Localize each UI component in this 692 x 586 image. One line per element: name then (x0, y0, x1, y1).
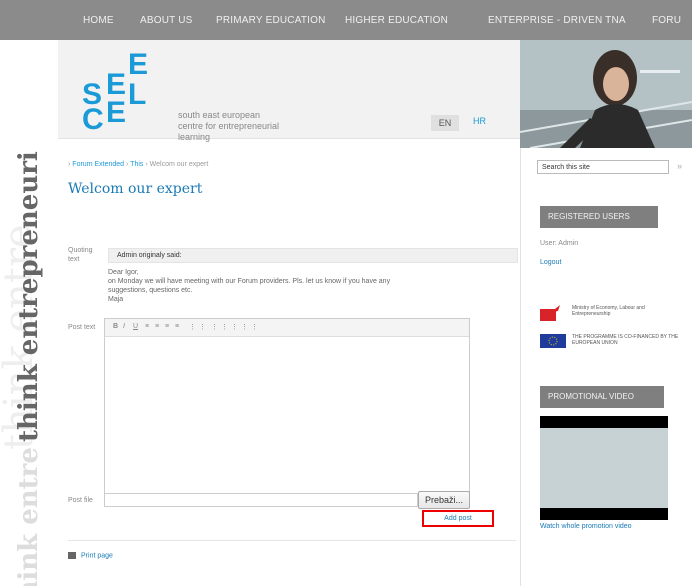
eu-flag-icon (540, 334, 566, 348)
post-file-label: Post file (68, 497, 93, 504)
align-center-icon[interactable]: ≡ (155, 323, 159, 330)
breadcrumb: › Forum Extended › This › Welcom our exp… (68, 161, 209, 168)
logo-letter-c: C (82, 103, 104, 136)
search-input[interactable]: Search this site (537, 160, 669, 174)
quote-icon[interactable]: ⋮ (231, 323, 238, 331)
nav-forum[interactable]: FORU (652, 15, 681, 26)
quote-header: Admin originaly said: (108, 248, 518, 263)
top-navigation: HOME ABOUT US PRIMARY EDUCATION HIGHER E… (0, 0, 692, 40)
breadcrumb-current: Welcom our expert (149, 161, 209, 168)
printer-icon (68, 552, 76, 559)
nav-primary-education[interactable]: PRIMARY EDUCATION (216, 15, 326, 26)
language-hr-link[interactable]: HR (473, 116, 486, 126)
editor-toolbar: B I U ≡ ≡ ≡ ≡ ⋮ ⋮ ⋮ ⋮ ⋮ ⋮ ⋮ (105, 319, 469, 337)
align-right-icon[interactable]: ≡ (165, 323, 169, 330)
vertical-slogan-light: think entre (14, 447, 44, 586)
outdent-icon[interactable]: ⋮ (211, 323, 218, 331)
bullet-list-icon[interactable]: ⋮ (189, 323, 196, 331)
header-photo (520, 40, 692, 148)
number-list-icon[interactable]: ⋮ (199, 323, 206, 331)
site-header: S E E C E L south east european centre f… (58, 40, 520, 142)
language-en-button[interactable]: EN (431, 115, 459, 131)
promotional-video-player[interactable] (540, 416, 668, 520)
seecel-logo[interactable]: S E E C E L (70, 50, 180, 138)
content-divider (68, 540, 516, 541)
align-left-icon[interactable]: ≡ (145, 323, 149, 330)
search-submit-icon[interactable]: » (677, 161, 682, 171)
post-text-label: Post text (68, 324, 96, 331)
user-name-text: User: Admin (540, 240, 579, 247)
underline-button[interactable]: U (133, 323, 138, 330)
logo-letter-e3: E (106, 96, 127, 129)
indent-icon[interactable]: ⋮ (221, 323, 228, 331)
image-icon[interactable]: ⋮ (251, 323, 258, 331)
post-file-input[interactable] (104, 493, 418, 507)
quoting-text-label: Quoting text (68, 247, 93, 263)
align-justify-icon[interactable]: ≡ (175, 323, 179, 330)
nav-higher-education[interactable]: HIGHER EDUCATION (345, 15, 448, 26)
vertical-slogan-dark: think entrepreneurial (14, 150, 44, 442)
promotional-video-heading: PROMOTIONAL VIDEO (540, 386, 664, 408)
breadcrumb-this[interactable]: This (130, 161, 143, 168)
logo-letter-l: L (128, 78, 147, 111)
ministry-logo-icon (540, 305, 560, 321)
logout-link[interactable]: Logout (540, 259, 561, 266)
vertical-slogan: think entre think entrepreneurial (14, 150, 44, 586)
page-title: Welcom our expert (68, 181, 203, 197)
quote-body: Dear Igor, on Monday we will have meetin… (108, 269, 391, 303)
sponsor-eu-text: THE PROGRAMME IS CO-FINANCED BY THE EURO… (572, 334, 679, 346)
italic-button[interactable]: I (123, 323, 125, 330)
link-icon[interactable]: ⋮ (241, 323, 248, 331)
nav-about-us[interactable]: ABOUT US (140, 15, 193, 26)
vertical-branding: think entre think entre think entreprene… (0, 150, 58, 586)
add-post-button[interactable]: Add post (422, 510, 494, 527)
nav-enterprise-driven-tna[interactable]: ENTERPRISE - DRIVEN TNA (488, 15, 626, 26)
organization-name: south east european centre for entrepren… (178, 110, 280, 142)
logo-letter-e2: E (128, 48, 149, 81)
breadcrumb-forum-extended[interactable]: Forum Extended (72, 161, 124, 168)
nav-home[interactable]: HOME (83, 15, 114, 26)
post-text-editor[interactable]: B I U ≡ ≡ ≡ ≡ ⋮ ⋮ ⋮ ⋮ ⋮ ⋮ ⋮ (104, 318, 470, 494)
registered-users-heading: REGISTERED USERS (540, 206, 658, 228)
woman-portrait-image (520, 40, 692, 148)
sponsor-ministry-text: Ministry of Economy, Labour and Entrepre… (572, 305, 645, 317)
bold-button[interactable]: B (113, 323, 118, 330)
browse-button[interactable]: Prebaži... (418, 491, 470, 509)
watch-video-link[interactable]: Watch whole promotion video (540, 523, 632, 530)
print-page-link[interactable]: Print page (68, 552, 113, 559)
